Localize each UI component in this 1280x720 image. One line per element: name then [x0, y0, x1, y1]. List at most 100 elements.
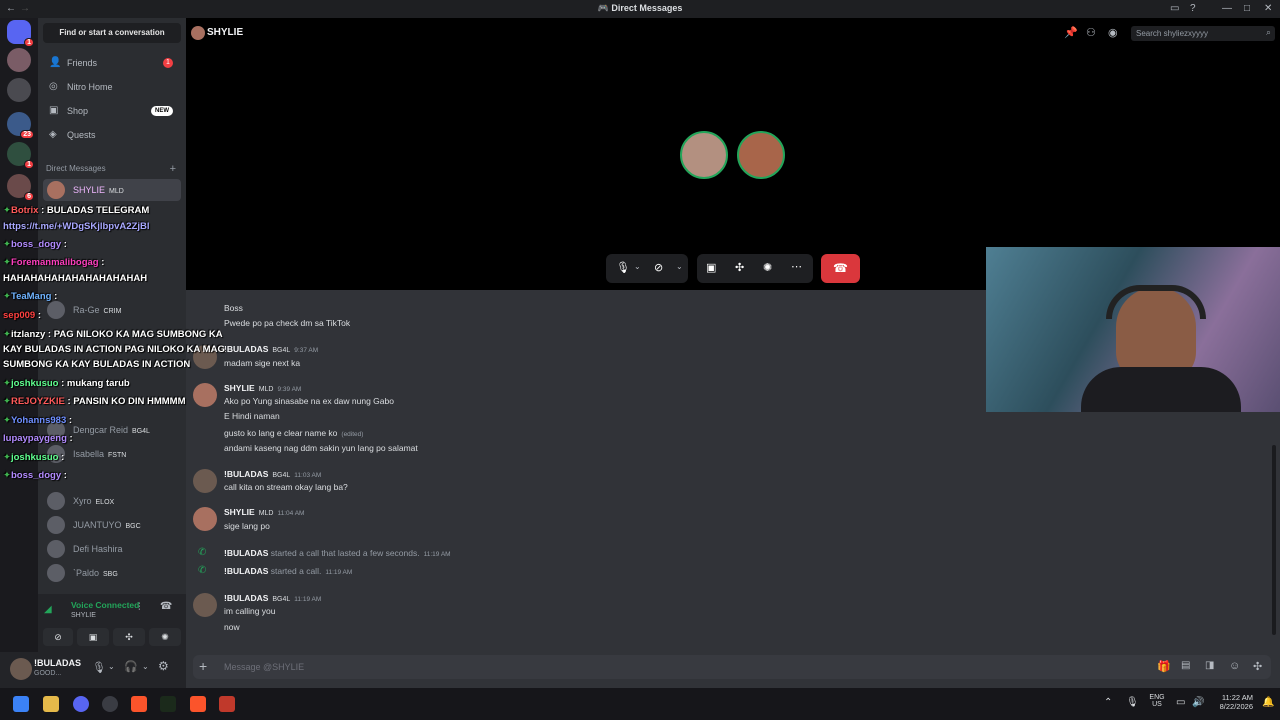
find-conversation-button[interactable]: Find or start a conversation [43, 23, 181, 43]
language-indicator[interactable]: ENG US [1149, 694, 1165, 708]
friends-icon: 👤 [49, 57, 62, 68]
end-call-button[interactable]: ☎ [821, 254, 860, 283]
avatar[interactable] [193, 469, 217, 493]
avatar[interactable] [193, 383, 217, 407]
file-explorer-icon[interactable] [43, 696, 59, 712]
region-label: US [1152, 701, 1162, 708]
avatar[interactable] [193, 507, 217, 531]
settings-icon[interactable]: ⚙ [158, 659, 169, 673]
more-icon[interactable]: ⋯ [791, 260, 802, 273]
server-folder[interactable]: 6 [7, 174, 34, 201]
discord-taskbar-icon[interactable] [73, 696, 89, 712]
search-input[interactable]: Search shyliezxyyyy ⌕ [1131, 26, 1275, 41]
profile-icon[interactable]: ◉ [1108, 26, 1118, 39]
brave-icon[interactable] [131, 696, 147, 712]
brave-icon[interactable] [190, 696, 206, 712]
nav-shop[interactable]: ▣ Shop NEW [43, 101, 181, 121]
camera-off-icon[interactable]: ⊘ [654, 261, 663, 274]
author-name[interactable]: !BULADAS [224, 566, 268, 576]
server-icon[interactable] [7, 48, 31, 72]
nav-nitro-home[interactable]: ◎ Nitro Home [43, 77, 181, 97]
clan-tag: ELOX [95, 499, 115, 506]
chevron-down-icon[interactable]: ⌄ [108, 662, 115, 671]
activities-button[interactable]: ✣ [113, 628, 145, 646]
dm-item[interactable]: JUANTUYO BGC [43, 514, 181, 536]
activities-icon[interactable]: ✣ [735, 261, 744, 274]
dm-item[interactable]: Defi Hashira [43, 538, 181, 560]
obs-icon[interactable] [102, 696, 118, 712]
network-icon[interactable]: ▭ [1176, 697, 1185, 708]
clock[interactable]: 11:22 AM 8/22/2026 [1211, 693, 1253, 711]
chat-header-name[interactable]: SHYLIE [207, 27, 243, 38]
author-name[interactable]: SHYLIE [224, 507, 255, 517]
dm-item[interactable]: `Paldo SBG [43, 562, 181, 584]
overlay-line: ✦boss_dogy : [3, 239, 67, 250]
author-name[interactable]: SHYLIE [224, 383, 255, 393]
volume-icon[interactable]: 🔊 [1192, 697, 1204, 708]
scrollbar[interactable] [1272, 445, 1276, 635]
close-icon[interactable]: ✕ [1264, 3, 1272, 14]
chat-username: Botrix [10, 205, 39, 216]
app-icon[interactable] [219, 696, 235, 712]
add-friends-icon[interactable]: ⚇ [1086, 26, 1096, 39]
call-controls-actions: ▣ ✣ ✺ ⋯ [697, 254, 813, 283]
minimize-icon[interactable]: — [1222, 3, 1232, 14]
call-participant-avatar[interactable] [680, 131, 728, 179]
avatar[interactable] [10, 658, 32, 680]
message-input[interactable]: + Message @SHYLIE 🎁 ▤ ◨ ☺ ✣ [193, 655, 1271, 679]
soundboard-button[interactable]: ✺ [149, 628, 181, 646]
help-icon[interactable]: ? [1190, 3, 1196, 14]
notification-icon[interactable]: 🔔 [1262, 697, 1274, 708]
nav-label: Nitro Home [67, 82, 113, 92]
disconnect-icon[interactable]: ☎ [160, 601, 172, 612]
author-name[interactable]: !BULADAS [224, 469, 268, 479]
server-folder[interactable]: 1 [7, 142, 34, 169]
gif-icon[interactable]: ▤ [1181, 660, 1190, 671]
author-name[interactable]: !BULADAS [224, 593, 268, 603]
apps-icon[interactable]: ✣ [1253, 660, 1262, 673]
avatar[interactable] [193, 593, 217, 617]
chevron-down-icon[interactable]: ⌄ [142, 662, 149, 671]
screen-share-icon[interactable]: ▣ [706, 261, 716, 274]
dm-item[interactable]: Xyro ELOX [43, 490, 181, 512]
pin-icon[interactable]: 📌 [1064, 26, 1078, 39]
maximize-icon[interactable]: □ [1244, 3, 1250, 14]
dm-name: Dengcar Reid [73, 425, 129, 435]
nav-friends[interactable]: 👤 Friends 1 [43, 53, 181, 73]
inbox-icon[interactable]: ▭ [1170, 3, 1179, 14]
window-title: 🎮 Direct Messages [597, 3, 683, 13]
microphone-icon[interactable]: 🎙 [92, 661, 106, 674]
home-button[interactable]: 1 [7, 20, 34, 47]
dm-item[interactable]: Ra-Ge CRIM [43, 299, 181, 321]
dm-item-shylie[interactable]: SHYLIE MLD [43, 179, 181, 201]
author-name[interactable]: !BULADAS [224, 344, 268, 354]
chevron-up-icon[interactable]: ⌃ [1104, 697, 1112, 708]
emoji-icon[interactable]: ☺ [1229, 660, 1240, 672]
author-name[interactable]: !BULADAS [224, 548, 268, 558]
app-icon[interactable] [160, 696, 176, 712]
clan-tag: MLD [258, 386, 274, 393]
windows-start-icon[interactable] [13, 696, 29, 712]
attach-plus-icon[interactable]: + [199, 658, 207, 674]
microphone-icon[interactable]: 🎙 [616, 261, 630, 274]
timestamp: 11:19 AM [325, 569, 353, 576]
chevron-down-icon[interactable]: ⌄ [634, 262, 641, 271]
clan-tag: BG4L [272, 596, 291, 603]
noise-suppression-icon[interactable]: ⫶ [138, 602, 141, 613]
gift-icon[interactable]: 🎁 [1157, 660, 1171, 673]
voice-channel[interactable]: SHYLIE [71, 612, 96, 619]
microphone-icon[interactable]: 🎙 [1126, 697, 1139, 708]
server-folder[interactable]: 23 [7, 112, 34, 139]
call-participant-avatar[interactable] [737, 131, 785, 179]
server-icon[interactable] [7, 78, 31, 102]
badge-icon: ✦ [3, 291, 11, 302]
chevron-down-icon[interactable]: ⌄ [676, 262, 683, 271]
headphones-icon[interactable]: 🎧 [124, 660, 138, 673]
nav-quests[interactable]: ◈ Quests [43, 125, 181, 145]
add-dm-icon[interactable]: + [170, 163, 176, 175]
search-icon: ⌕ [1265, 27, 1271, 37]
sticker-icon[interactable]: ◨ [1205, 660, 1214, 671]
soundboard-icon[interactable]: ✺ [763, 261, 772, 274]
camera-off-button[interactable]: ⊘ [43, 628, 73, 646]
screen-share-button[interactable]: ▣ [77, 628, 109, 646]
